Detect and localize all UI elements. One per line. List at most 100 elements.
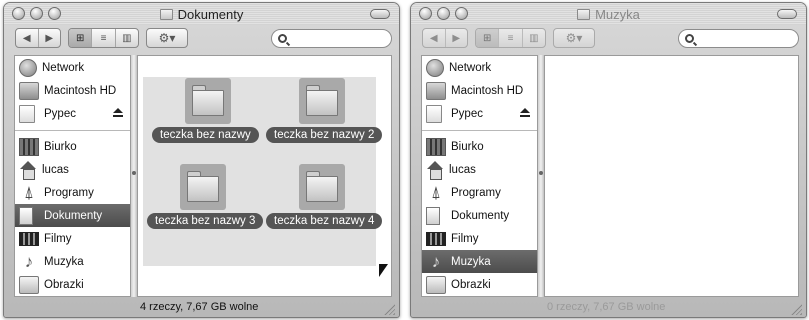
view-mode-buttons: ⊞ ≡ ▥ xyxy=(475,28,546,48)
folder-name: teczka bez nazwy 3 xyxy=(147,213,264,229)
sidebar-item-label: Biurko xyxy=(44,140,77,153)
back-button[interactable]: ◀ xyxy=(423,29,446,47)
action-menu-button[interactable]: ⚙▾ xyxy=(553,28,595,48)
resize-grip-icon[interactable] xyxy=(384,304,395,315)
folder-name: teczka bez nazwy 2 xyxy=(266,127,383,143)
sidebar-item-label: Programy xyxy=(451,186,501,199)
pictures-icon xyxy=(19,275,39,294)
gear-icon: ⚙▾ xyxy=(565,31,583,45)
status-bar: 0 rzeczy, 7,67 GB wolne xyxy=(411,297,806,317)
movies-icon xyxy=(19,231,39,246)
sidebar-divider xyxy=(422,130,537,131)
sidebar-item-label: Obrazki xyxy=(451,278,491,291)
desktop-icon xyxy=(19,137,39,156)
column-view-icon: ▥ xyxy=(122,32,132,44)
back-arrow-icon: ◀ xyxy=(429,32,438,44)
eject-icon[interactable] xyxy=(113,108,123,119)
folder-icon xyxy=(299,78,345,124)
sidebar-item-label: Filmy xyxy=(44,232,72,245)
window-title: Muzyka xyxy=(411,7,806,22)
folder-icon xyxy=(180,164,226,210)
action-menu-button[interactable]: ⚙▾ xyxy=(146,28,188,48)
music-icon: ♪ xyxy=(24,251,34,271)
sidebar-item-obrazki[interactable]: Obrazki xyxy=(422,273,537,296)
documents-icon xyxy=(426,206,440,225)
title-bar[interactable]: Dokumenty xyxy=(4,3,399,25)
search-icon xyxy=(685,34,694,43)
resize-grip-icon[interactable] xyxy=(791,304,802,315)
icon-view-button[interactable]: ⊞ xyxy=(69,29,93,47)
title-bar[interactable]: Muzyka xyxy=(411,3,806,25)
folder-name: teczka bez nazwy xyxy=(152,127,259,143)
sidebar-item-filmy[interactable]: Filmy xyxy=(422,227,537,250)
sidebar-item-obrazki[interactable]: Obrazki xyxy=(15,273,130,296)
sidebar-item-programy[interactable]: ⍋ Programy xyxy=(15,181,130,204)
file-browser-content[interactable]: teczka bez nazwy teczka bez nazwy 2 tecz… xyxy=(137,55,392,297)
sidebar-item-label: Macintosh HD xyxy=(44,84,117,97)
sidebar-item-label: Obrazki xyxy=(44,278,84,291)
sidebar-item-macintosh-hd[interactable]: Macintosh HD xyxy=(15,79,130,102)
file-browser-content[interactable] xyxy=(544,55,799,297)
back-forward-buttons: ◀ ▶ xyxy=(15,28,61,48)
list-view-button[interactable]: ≡ xyxy=(499,29,523,47)
back-arrow-icon: ◀ xyxy=(22,32,31,44)
icon-view-icon: ⊞ xyxy=(75,32,85,44)
mouse-pointer-icon xyxy=(379,264,391,280)
sidebar-item-filmy[interactable]: Filmy xyxy=(15,227,130,250)
column-view-button[interactable]: ▥ xyxy=(523,29,545,47)
list-view-button[interactable]: ≡ xyxy=(92,29,116,47)
sidebar-item-macintosh-hd[interactable]: Macintosh HD xyxy=(422,79,537,102)
sidebar-item-label: Macintosh HD xyxy=(451,84,524,97)
column-view-icon: ▥ xyxy=(529,32,539,44)
forward-arrow-icon: ▶ xyxy=(452,32,461,44)
sidebar-item-network[interactable]: Network xyxy=(15,56,130,79)
status-bar: 4 rzeczy, 7,67 GB wolne xyxy=(4,297,399,317)
search-field[interactable] xyxy=(271,29,392,48)
sidebar-item-dokumenty[interactable]: Dokumenty xyxy=(15,204,130,227)
eject-icon[interactable] xyxy=(520,108,530,119)
sidebar-item-label: Programy xyxy=(44,186,94,199)
network-globe-icon xyxy=(19,58,37,77)
search-input[interactable] xyxy=(291,32,386,45)
forward-button[interactable]: ▶ xyxy=(39,29,61,47)
sidebar-item-biurko[interactable]: Biurko xyxy=(15,135,130,158)
finder-window-muzyka: Muzyka ◀ ▶ ⊞ ≡ ▥ ⚙▾ Network Macintosh HD… xyxy=(410,2,807,318)
sidebar-item-muzyka[interactable]: ♪ Muzyka xyxy=(15,250,130,273)
icon-view-button[interactable]: ⊞ xyxy=(476,29,500,47)
status-text: 0 rzeczy, 7,67 GB wolne xyxy=(547,301,666,313)
folder-item[interactable]: teczka bez nazwy 4 xyxy=(262,164,388,244)
sidebar-divider xyxy=(15,130,130,131)
sidebar-item-label: Muzyka xyxy=(44,255,84,268)
folder-item[interactable]: teczka bez nazwy 2 xyxy=(262,78,388,158)
sidebar-item-muzyka[interactable]: ♪ Muzyka xyxy=(422,250,537,273)
sidebar-item-dokumenty[interactable]: Dokumenty xyxy=(422,204,537,227)
sidebar-item-lucas[interactable]: lucas xyxy=(15,158,130,181)
sidebar-item-network[interactable]: Network xyxy=(422,56,537,79)
forward-button[interactable]: ▶ xyxy=(446,29,468,47)
sidebar-item-label: Network xyxy=(449,61,492,74)
folder-item[interactable]: teczka bez nazwy 3 xyxy=(143,164,269,244)
sidebar-item-programy[interactable]: ⍋ Programy xyxy=(422,181,537,204)
sidebar-item-pypec[interactable]: Pypec xyxy=(422,102,537,125)
sidebar-item-label: Filmy xyxy=(451,232,479,245)
sidebar-item-label: Dokumenty xyxy=(451,209,510,222)
sidebar-item-lucas[interactable]: lucas xyxy=(422,158,537,181)
column-view-button[interactable]: ▥ xyxy=(116,29,138,47)
toolbar-toggle-button[interactable] xyxy=(370,9,390,19)
folder-icon xyxy=(159,9,173,20)
window-title: Dokumenty xyxy=(4,7,399,22)
movies-icon xyxy=(426,231,446,246)
search-input[interactable] xyxy=(698,32,793,45)
folder-item[interactable]: teczka bez nazwy xyxy=(148,78,274,158)
sidebar-item-pypec[interactable]: Pypec xyxy=(15,102,130,125)
icon-view-icon: ⊞ xyxy=(482,32,492,44)
sidebar-item-label: Dokumenty xyxy=(44,209,103,222)
document-icon xyxy=(426,104,442,123)
gear-icon: ⚙▾ xyxy=(158,31,176,45)
folder-name: teczka bez nazwy 4 xyxy=(266,213,383,229)
toolbar-toggle-button[interactable] xyxy=(777,9,797,19)
search-field[interactable] xyxy=(678,29,799,48)
back-button[interactable]: ◀ xyxy=(16,29,39,47)
sidebar: Network Macintosh HD Pypec Biurko lucas … xyxy=(14,55,131,297)
sidebar-item-biurko[interactable]: Biurko xyxy=(422,135,537,158)
